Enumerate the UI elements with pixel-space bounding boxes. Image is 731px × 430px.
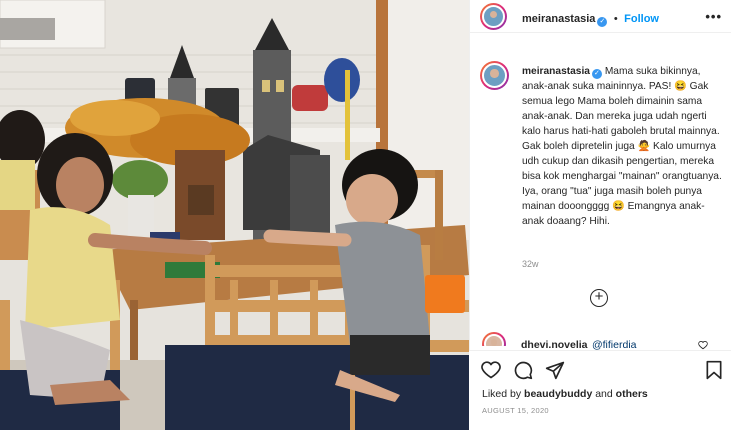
- plus-circle-icon[interactable]: +: [590, 289, 608, 307]
- likes-summary: Liked by beaudybuddy and others: [482, 388, 648, 400]
- header-dot: •: [613, 13, 618, 25]
- verified-badge-icon: ✓: [597, 17, 608, 27]
- author-avatar[interactable]: [480, 3, 507, 30]
- caption-avatar[interactable]: [480, 61, 509, 90]
- caption-time: 32w: [522, 259, 539, 269]
- caption-username[interactable]: meiranastasia: [522, 66, 590, 77]
- caption-verified-badge-icon: ✓: [591, 69, 602, 79]
- post-actions: Liked by beaudybuddy and others AUGUST 1…: [469, 350, 731, 430]
- likes-prefix: Liked by: [482, 388, 522, 400]
- share-icon[interactable]: [545, 360, 565, 380]
- likes-and: and: [595, 388, 613, 400]
- post-caption: meiranastasia ✓ Mama suka bikinnya, anak-…: [522, 64, 722, 229]
- likes-others[interactable]: others: [616, 388, 648, 400]
- comment-heart-icon[interactable]: [698, 340, 708, 350]
- post-photo: [0, 0, 469, 430]
- follow-button[interactable]: Follow: [624, 13, 659, 25]
- header-username[interactable]: meiranastasia: [522, 13, 595, 25]
- bookmark-icon[interactable]: [705, 360, 723, 380]
- photo-illustration: [0, 0, 469, 430]
- header-author: meiranastasia ✓ • Follow: [522, 9, 659, 27]
- post-header: meiranastasia ✓ • Follow •••: [470, 0, 731, 33]
- heart-icon[interactable]: [481, 360, 501, 380]
- likes-user[interactable]: beaudybuddy: [524, 388, 592, 400]
- comment-row: dhevi.novelia @fifierdia: [469, 330, 731, 351]
- comment-icon[interactable]: [513, 360, 533, 380]
- caption-text: Mama suka bikinnya, anak-anak suka maini…: [522, 66, 722, 227]
- more-horizontal-icon[interactable]: •••: [705, 9, 722, 24]
- post-date: AUGUST 15, 2020: [482, 406, 549, 415]
